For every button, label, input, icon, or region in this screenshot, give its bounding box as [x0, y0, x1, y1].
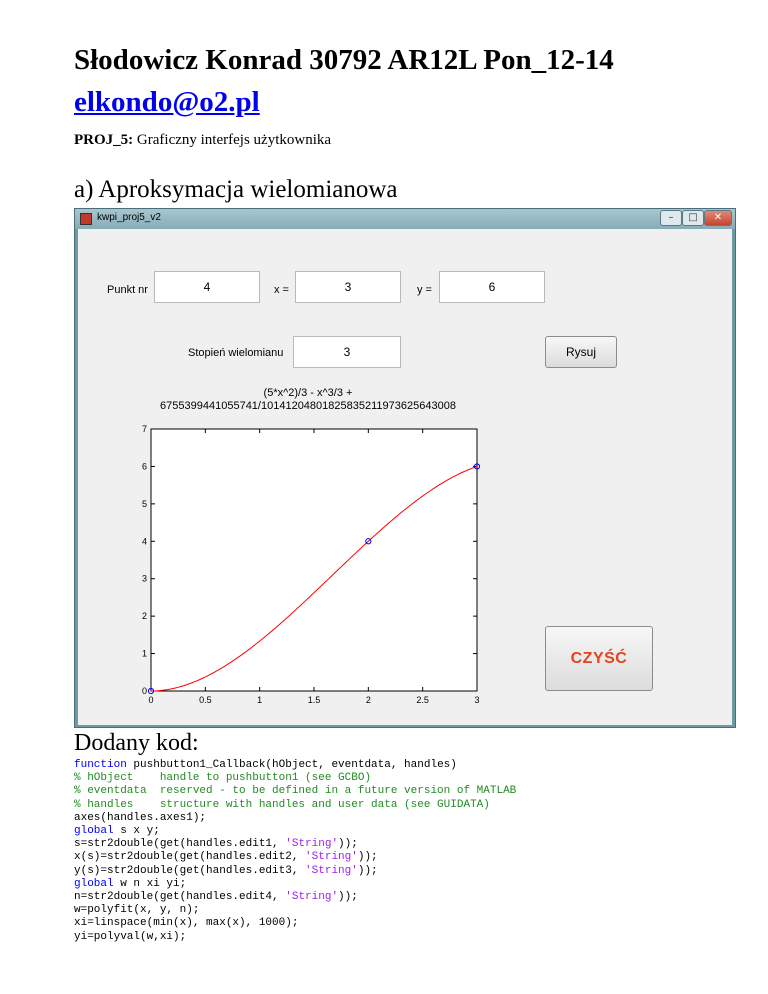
- formula-line-2: 6755399441055741/10141204801825835211973…: [160, 400, 456, 412]
- x-tick-label: 2: [366, 695, 371, 705]
- y-label: y =: [417, 284, 432, 296]
- code-token: s=str2double(get(handles.edit1,: [74, 838, 286, 851]
- code-token: n=str2double(get(handles.edit4,: [74, 891, 286, 904]
- code-token: ));: [338, 838, 358, 851]
- close-button[interactable]: ✕: [704, 210, 732, 226]
- stopien-input[interactable]: 3: [293, 336, 401, 368]
- punkt-input[interactable]: 4: [154, 271, 260, 303]
- x-tick-label: 1.5: [308, 695, 321, 705]
- code-line: % handles structure with handles and use…: [74, 799, 516, 812]
- gui-window: kwpi_proj5_v2 – □ ✕ Punkt nr 4 x = 3 y =…: [74, 208, 736, 728]
- x-tick-label: 0.5: [199, 695, 212, 705]
- y-tick-label: 7: [142, 424, 147, 434]
- code-token: pushbutton1_Callback(hObject, eventdata,…: [126, 759, 457, 771]
- code-token: w n xi yi;: [113, 877, 187, 890]
- code-line: y(s)=str2double(get(handles.edit3, 'Stri…: [74, 865, 516, 878]
- window-titlebar[interactable]: kwpi_proj5_v2 – □ ✕: [75, 209, 735, 229]
- code-token: yi=polyval(w,xi);: [74, 930, 187, 943]
- code-line: xi=linspace(min(x), max(x), 1000);: [74, 917, 516, 930]
- project-label: PROJ_5:: [74, 132, 134, 148]
- code-token: ));: [357, 864, 378, 877]
- code-token: ));: [357, 851, 378, 864]
- code-line: x(s)=str2double(get(handles.edit2, 'Stri…: [74, 851, 516, 864]
- y-tick-label: 3: [142, 574, 147, 584]
- code-line: n=str2double(get(handles.edit4, 'String'…: [74, 891, 516, 904]
- code-line: axes(handles.axes1);: [74, 812, 516, 825]
- section-heading: a) Aproksymacja wielomianowa: [74, 176, 398, 203]
- code-heading: Dodany kod:: [74, 730, 199, 756]
- x-label: x =: [274, 284, 289, 296]
- code-token: ));: [338, 891, 358, 904]
- code-token: 'String': [305, 864, 358, 877]
- y-tick-label: 2: [142, 611, 147, 621]
- window-title: kwpi_proj5_v2: [97, 212, 161, 223]
- code-listing: function pushbutton1_Callback(hObject, e…: [74, 759, 516, 944]
- rysuj-button[interactable]: Rysuj: [545, 336, 617, 368]
- email-link[interactable]: elkondo@o2.pl: [74, 86, 260, 119]
- code-line: global w n xi yi;: [74, 878, 516, 891]
- x-tick-label: 0: [148, 695, 153, 705]
- code-token: function: [74, 759, 127, 771]
- minimize-button[interactable]: –: [660, 210, 682, 226]
- window-client-area: Punkt nr 4 x = 3 y = 6 Stopień wielomian…: [78, 229, 732, 725]
- code-token: y(s)=str2double(get(handles.edit3,: [74, 864, 306, 877]
- code-token: 'String': [305, 851, 358, 864]
- plot-axes: 0 0.5 1 1.5 2 2.5 3 0 1 2 3 4 5 6 7: [142, 424, 481, 705]
- code-token: % eventdata reserved - to be defined in …: [74, 785, 517, 798]
- code-line: yi=polyval(w,xi);: [74, 931, 516, 944]
- code-token: s x y;: [113, 825, 160, 838]
- matlab-figure-icon: [80, 213, 92, 225]
- document-title: Słodowicz Konrad 30792 AR12L Pon_12-14: [74, 44, 614, 76]
- x-tick-label: 3: [474, 695, 479, 705]
- code-token: global: [74, 877, 114, 890]
- x-tick-label: 1: [257, 695, 262, 705]
- y-tick-label: 1: [142, 649, 147, 659]
- code-token: % hObject handle to pushbutton1 (see GCB…: [74, 772, 372, 785]
- project-description: Graficzny interfejs użytkownika: [133, 132, 332, 148]
- code-token: 'String': [285, 838, 339, 851]
- code-token: w=polyfit(x, y, n);: [74, 904, 200, 917]
- code-token: global: [74, 825, 114, 838]
- stopien-label: Stopień wielomianu: [188, 347, 284, 359]
- code-line: % hObject handle to pushbutton1 (see GCB…: [74, 772, 516, 785]
- y-tick-label: 5: [142, 499, 147, 509]
- code-token: x(s)=str2double(get(handles.edit2,: [74, 851, 306, 864]
- code-token: axes(handles.axes1);: [74, 811, 207, 824]
- y-tick-label: 0: [142, 686, 147, 696]
- code-line: function pushbutton1_Callback(hObject, e…: [74, 759, 516, 772]
- maximize-button[interactable]: □: [682, 210, 704, 226]
- code-line: global s x y;: [74, 825, 516, 838]
- code-line: % eventdata reserved - to be defined in …: [74, 785, 516, 798]
- code-line: w=polyfit(x, y, n);: [74, 904, 516, 917]
- code-token: % handles structure with handles and use…: [74, 798, 490, 811]
- y-tick-label: 6: [142, 461, 147, 471]
- code-token: xi=linspace(min(x), max(x), 1000);: [74, 917, 299, 930]
- y-input[interactable]: 6: [439, 271, 545, 303]
- plot-area: [150, 428, 478, 692]
- y-tick-label: 4: [142, 536, 147, 546]
- code-line: s=str2double(get(handles.edit1, 'String'…: [74, 838, 516, 851]
- czysc-label: CZYŚĆ: [570, 650, 628, 667]
- punkt-label: Punkt nr: [107, 284, 148, 296]
- project-line: PROJ_5: Graficzny interfejs użytkownika: [74, 132, 331, 149]
- x-tick-label: 2.5: [416, 695, 429, 705]
- formula-line-1: (5*x^2)/3 - x^3/3 +: [263, 387, 353, 399]
- czysc-button[interactable]: CZYŚĆ: [545, 626, 653, 691]
- code-token: 'String': [285, 891, 339, 904]
- x-input[interactable]: 3: [295, 271, 401, 303]
